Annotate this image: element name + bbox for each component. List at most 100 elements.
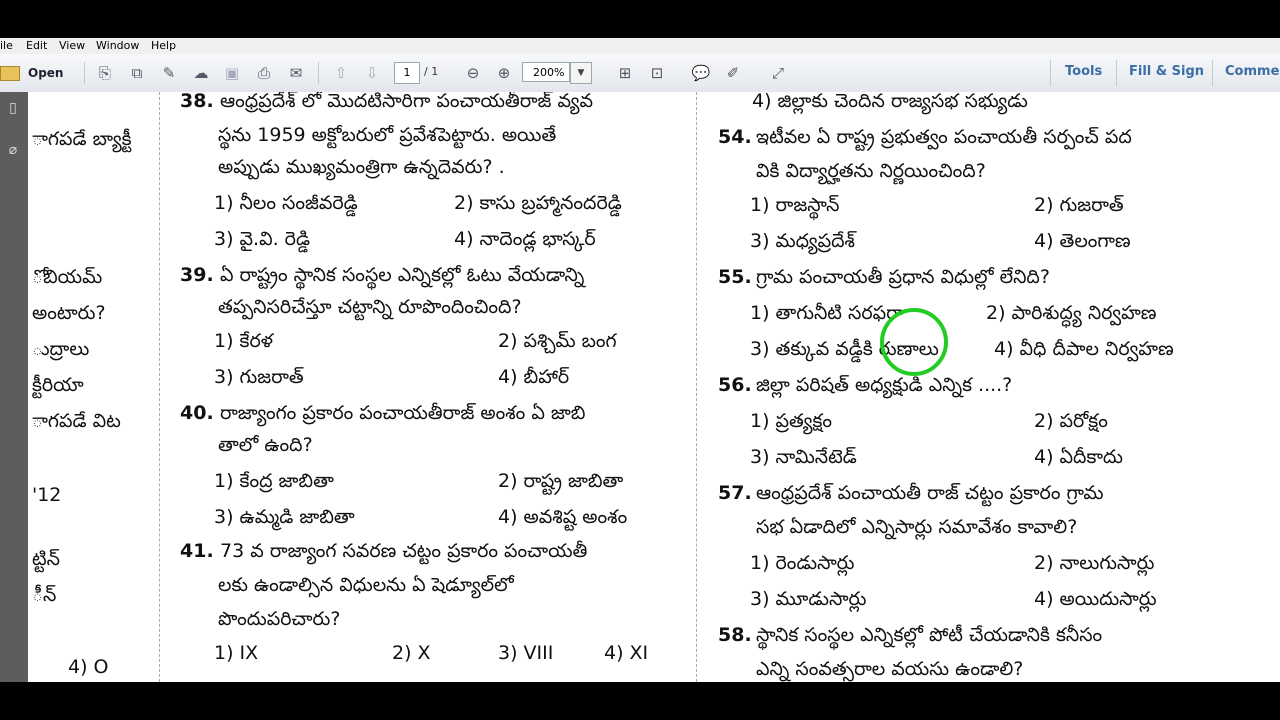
answer-option: 4) జిల్లాకు చెందిన రాజ్యసభ సభ్యుడు — [752, 92, 1028, 112]
left-column-text: క్టీరియా — [32, 374, 84, 396]
left-column-text: '12 — [32, 484, 62, 506]
question-number: 39. — [180, 264, 214, 286]
question-text: 73 వ రాజ్యాంగ సవరణ చట్టం ప్రకారం పంచాయతీ — [220, 540, 588, 562]
zoom-level-input[interactable]: 200% — [522, 62, 570, 82]
question-number: 41. — [180, 540, 214, 562]
left-column-text: అంటారు? — [32, 302, 106, 324]
menu-window[interactable]: Window — [96, 39, 139, 52]
open-button[interactable]: Open — [0, 62, 63, 84]
comment-bubble-icon[interactable]: 💬 — [690, 62, 712, 84]
left-column-text: ీన్ — [32, 584, 57, 606]
menu-file[interactable]: ile — [0, 39, 13, 52]
page-thumbnails-icon[interactable]: ▯ — [4, 100, 22, 118]
fit-page-icon[interactable]: ⊞ — [614, 62, 636, 84]
column-divider — [696, 92, 697, 682]
attachments-paperclip-icon[interactable]: ⌀ — [4, 142, 22, 160]
previous-page-icon[interactable]: ⇧ — [330, 62, 352, 84]
left-column-text: ాగపడే విట — [32, 410, 121, 432]
question-text: స్థానిక సంస్థల ఎన్నికల్లో పోటీ చేయడానికి… — [756, 624, 1103, 646]
folder-icon — [0, 65, 20, 81]
question-text: జిల్లా పరిషత్ అధ్యక్షుడి ఎన్నిక ....? — [756, 374, 1013, 396]
menu-bar: ile Edit View Window Help — [0, 38, 1280, 54]
cloud-upload-icon[interactable]: ☁ — [190, 62, 212, 84]
zoom-in-icon[interactable]: ⊕ — [493, 62, 515, 84]
screen-bottom-black-bar — [0, 682, 1280, 720]
answer-option: 3) గుజరాత్ — [214, 366, 304, 388]
page-number-input[interactable]: 1 — [394, 62, 420, 84]
fit-width-icon[interactable]: ⊡ — [646, 62, 668, 84]
answer-option: 1) నీలం సంజీవరెడ్డి — [214, 192, 358, 214]
answer-option: 4) అవశిష్ట అంశం — [498, 506, 628, 528]
left-column-text: ట్టిన్ — [32, 548, 61, 570]
question-text: ఆంధ్రప్రదేశ్ లో మొదటిసారిగా పంచాయతీరాజ్ … — [220, 92, 593, 112]
question-text: ఏ రాష్ట్రం స్థానిక సంస్థల ఎన్నికల్లో ఓటు… — [220, 264, 585, 286]
question-number: 58. — [718, 624, 752, 646]
read-mode-expand-icon[interactable]: ⤢ — [767, 62, 789, 84]
next-page-icon[interactable]: ⇩ — [361, 62, 383, 84]
question-number: 56. — [718, 374, 752, 396]
question-text: రాజ్యాంగం ప్రకారం పంచాయతీరాజ్ అంశం ఏ జాబ… — [220, 402, 586, 424]
question-text: వికి విద్యార్హతను నిర్ణయించింది? — [756, 160, 986, 182]
question-number: 38. — [180, 92, 214, 112]
answer-option: 2) నాలుగుసార్లు — [1034, 552, 1155, 574]
toolbar-separator — [318, 62, 319, 84]
zoom-out-icon[interactable]: ⊖ — [462, 62, 484, 84]
answer-option: 4) ఏదీకాదు — [1034, 446, 1123, 468]
save-icon[interactable]: ▣ — [221, 62, 243, 84]
answer-option: 3) మూడుసార్లు — [750, 588, 867, 610]
menu-help[interactable]: Help — [151, 39, 176, 52]
column-divider — [159, 92, 160, 682]
navigation-pane-rail: ▯ ⌀ — [0, 92, 28, 682]
question-text: అప్పుడు ముఖ్యమంత్రిగా ఉన్నదెవరు? . — [218, 156, 505, 178]
question-number: 55. — [718, 266, 752, 288]
answer-option: 2) కాసు బ్రహ్మానందరెడ్డి — [454, 192, 622, 214]
answer-option: 4) నాదెండ్ల భాస్కర్ — [454, 228, 596, 250]
question-number: 57. — [718, 482, 752, 504]
cursor-highlight-circle — [880, 308, 948, 376]
answer-option: 3) మధ్యప్రదేశ్ — [750, 230, 855, 252]
toolbar-separator — [84, 62, 85, 84]
left-column-text: ాగపడే బ్యాక్టీ — [32, 128, 132, 150]
answer-option: 2) పరోక్షం — [1034, 410, 1108, 432]
toolbar-separator — [1050, 60, 1051, 86]
toolbar-separator — [1212, 60, 1213, 86]
email-icon[interactable]: ✉ — [285, 62, 307, 84]
answer-option: 4) XI — [604, 642, 649, 664]
question-text: గ్రామ పంచాయతీ ప్రధాన విధుల్లో లేనిది? — [756, 266, 1050, 288]
question-number: 40. — [180, 402, 214, 424]
question-text: లకు ఉండాల్సిన విధులను ఏ షెడ్యూల్‌లో — [218, 574, 514, 596]
answer-option: 2) X — [392, 642, 431, 664]
question-text: సభ ఏడాదిలో ఎన్నిసార్లు సమావేశం కావాలి? — [756, 516, 1078, 538]
pdf-document-view[interactable]: ాగపడే బ్యాక్టీ ోబియమ్ అంటారు? ుద్రాలు క్… — [28, 92, 1280, 682]
answer-option: 1) తాగునీటి సరఫరా — [750, 302, 904, 324]
export-pdf-icon[interactable]: ⧉ — [126, 62, 148, 84]
open-label: Open — [28, 66, 64, 80]
question-text: తాలో ఉంది? — [218, 434, 313, 456]
answer-option: 2) గుజరాత్ — [1034, 194, 1124, 216]
comment-pane-button[interactable]: Commen — [1225, 64, 1280, 79]
print-icon[interactable]: ⎙ — [253, 62, 275, 84]
left-column-text: ోబియమ్ — [32, 266, 103, 288]
menu-edit[interactable]: Edit — [26, 39, 47, 52]
page-total: / 1 — [424, 65, 439, 78]
answer-option: 3) వై.వి. రెడ్డి — [214, 228, 311, 250]
menu-view[interactable]: View — [59, 39, 85, 52]
question-text: ఎన్ని సంవత్సరాల వయసు ఉండాలి? — [756, 658, 1024, 680]
edit-icon[interactable]: ✎ — [158, 62, 180, 84]
left-column-text: ుద్రాలు — [32, 338, 90, 360]
screen-top-black-bar — [0, 0, 1280, 38]
zoom-dropdown-chevron-icon[interactable]: ▼ — [570, 62, 592, 84]
question-text: స్థను 1959 అక్టోబరులో ప్రవేశపెట్టారు. అయ… — [218, 124, 557, 146]
question-text: తప్పనిసరిచేస్తూ చట్టాన్ని రూపొందించింది? — [218, 296, 522, 318]
create-pdf-icon[interactable]: ⎘ — [94, 62, 116, 84]
fill-sign-pane-button[interactable]: Fill & Sign — [1129, 64, 1204, 79]
answer-option: 1) ప్రత్యక్షం — [750, 410, 832, 432]
answer-option: 1) కేరళ — [214, 330, 273, 352]
highlight-icon[interactable]: ✐ — [722, 62, 744, 84]
question-number: 54. — [718, 126, 752, 148]
answer-option: 1) రాజస్థాన్ — [750, 194, 840, 216]
answer-option: 2) రాష్ట్ర జాబితా — [498, 470, 624, 492]
answer-option: 4) తెలంగాణ — [1034, 230, 1131, 252]
left-column-text: 4) O — [68, 656, 109, 678]
tools-pane-button[interactable]: Tools — [1065, 64, 1102, 79]
